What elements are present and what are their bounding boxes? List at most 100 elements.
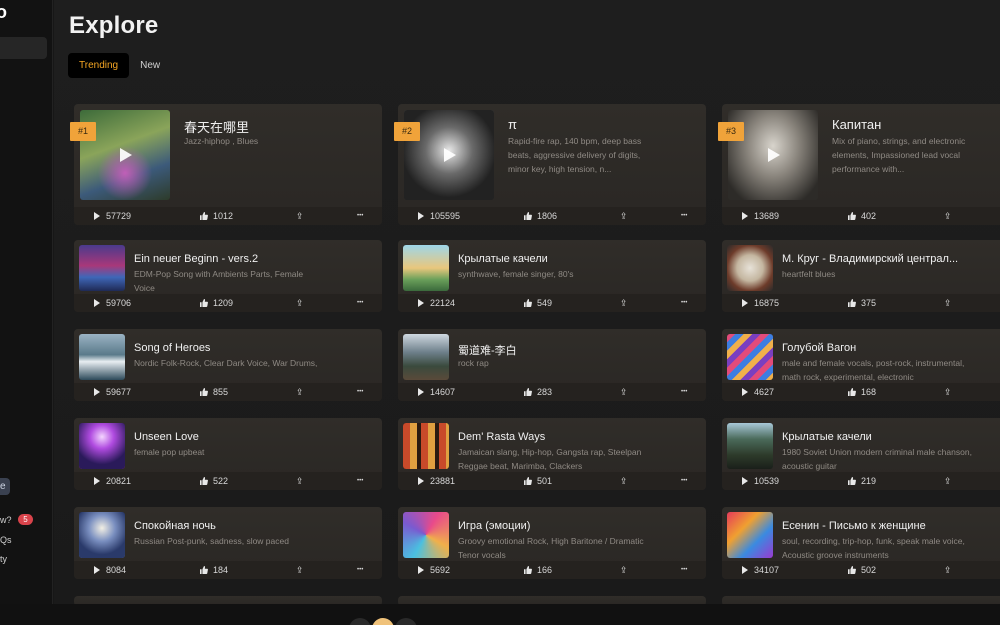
- play-count[interactable]: 59677: [94, 383, 131, 401]
- cover-art[interactable]: [403, 512, 449, 558]
- song-card[interactable]: 蜀道难-李白 rock rap 14607 283 ⇪ •••: [398, 329, 706, 401]
- song-card[interactable]: Крылатые качели 1980 Soviet Union modern …: [722, 418, 1000, 490]
- more-icon[interactable]: •••: [357, 561, 363, 579]
- song-title[interactable]: Unseen Love: [134, 431, 374, 443]
- play-count[interactable]: 34107: [742, 561, 779, 579]
- more-icon[interactable]: •••: [357, 294, 363, 312]
- play-icon[interactable]: [768, 148, 780, 162]
- song-card[interactable]: Unseen Love female pop upbeat 20821 522 ⇪ •••: [74, 418, 382, 490]
- play-count[interactable]: 10539: [742, 472, 779, 490]
- share-icon[interactable]: ⇪: [944, 207, 952, 225]
- song-card[interactable]: Спокойная ночь Russian Post-punk, sadness…: [74, 507, 382, 579]
- cover-art[interactable]: [403, 334, 449, 380]
- cover-art[interactable]: [403, 423, 449, 469]
- cover-art[interactable]: [727, 245, 773, 291]
- song-card[interactable]: Ein neuer Beginn - vers.2 EDM-Pop Song wi…: [74, 240, 382, 312]
- more-icon[interactable]: •••: [357, 207, 363, 225]
- song-title[interactable]: Капитан: [832, 117, 1000, 132]
- share-icon[interactable]: ⇪: [620, 207, 628, 225]
- sidebar-item-whats-new[interactable]: w?: [0, 515, 12, 525]
- play-icon[interactable]: [444, 148, 456, 162]
- play-count[interactable]: 16875: [742, 294, 779, 312]
- song-card[interactable]: Игра (эмоции) Groovy emotional Rock, High…: [398, 507, 706, 579]
- song-title[interactable]: Ein neuer Beginn - vers.2: [134, 253, 374, 265]
- share-icon[interactable]: ⇪: [296, 383, 304, 401]
- share-icon[interactable]: ⇪: [620, 294, 628, 312]
- like-count[interactable]: 1806: [524, 207, 557, 225]
- cover-art[interactable]: [79, 334, 125, 380]
- play-count[interactable]: 23881: [418, 472, 455, 490]
- top-song-card[interactable]: #3 Капитан Mix of piano, strings, and elec…: [718, 104, 1000, 225]
- tab-trending[interactable]: Trending: [68, 53, 130, 78]
- song-card[interactable]: Dem' Rasta Ways Jamaican slang, Hip-hop, …: [398, 418, 706, 490]
- song-card[interactable]: Крылатые качели synthwave, female singer,…: [398, 240, 706, 312]
- play-count[interactable]: 5692: [418, 561, 450, 579]
- like-count[interactable]: 375: [848, 294, 876, 312]
- song-title[interactable]: Крылатые качели: [458, 253, 698, 265]
- song-title[interactable]: Есенин - Письмо к женщине: [782, 520, 1000, 532]
- cover-art[interactable]: [79, 512, 125, 558]
- song-title[interactable]: Крылатые качели: [782, 431, 1000, 443]
- song-card[interactable]: Song of Heroes Nordic Folk-Rock, Clear Da…: [74, 329, 382, 401]
- play-count[interactable]: 105595: [418, 207, 460, 225]
- like-count[interactable]: 402: [848, 207, 876, 225]
- song-title[interactable]: Спокойная ночь: [134, 520, 374, 532]
- top-song-card[interactable]: #2 π Rapid-fire rap, 140 bpm, deep bass be…: [394, 104, 706, 225]
- tab-new[interactable]: New: [129, 53, 171, 78]
- play-count[interactable]: 13689: [742, 207, 779, 225]
- share-icon[interactable]: ⇪: [296, 207, 304, 225]
- more-icon[interactable]: •••: [681, 561, 687, 579]
- more-icon[interactable]: •••: [357, 383, 363, 401]
- play-count[interactable]: 8084: [94, 561, 126, 579]
- share-icon[interactable]: ⇪: [296, 561, 304, 579]
- cover-art[interactable]: [79, 245, 125, 291]
- like-count[interactable]: 1012: [200, 207, 233, 225]
- more-icon[interactable]: •••: [681, 294, 687, 312]
- more-icon[interactable]: •••: [357, 472, 363, 490]
- more-icon[interactable]: •••: [681, 207, 687, 225]
- song-card[interactable]: Голубой Вагон male and female vocals, pos…: [722, 329, 1000, 401]
- like-count[interactable]: 855: [200, 383, 228, 401]
- more-icon[interactable]: •••: [681, 472, 687, 490]
- more-icon[interactable]: •••: [681, 383, 687, 401]
- cover-art[interactable]: [79, 423, 125, 469]
- play-count[interactable]: 22124: [418, 294, 455, 312]
- play-count[interactable]: 4627: [742, 383, 774, 401]
- play-count[interactable]: 14607: [418, 383, 455, 401]
- song-title[interactable]: Dem' Rasta Ways: [458, 431, 698, 443]
- sidebar-search[interactable]: [0, 37, 47, 59]
- song-card[interactable]: М. Круг - Владимирский централ... heartfe…: [722, 240, 1000, 312]
- song-title[interactable]: π: [508, 117, 698, 132]
- play-icon[interactable]: [120, 148, 132, 162]
- share-icon[interactable]: ⇪: [620, 561, 628, 579]
- play-count[interactable]: 59706: [94, 294, 131, 312]
- cover-art[interactable]: [727, 334, 773, 380]
- like-count[interactable]: 1209: [200, 294, 233, 312]
- share-icon[interactable]: ⇪: [296, 472, 304, 490]
- song-title[interactable]: Голубой Вагон: [782, 342, 1000, 354]
- cover-art[interactable]: [727, 512, 773, 558]
- song-card[interactable]: Есенин - Письмо к женщине soul, recording…: [722, 507, 1000, 579]
- share-icon[interactable]: ⇪: [944, 294, 952, 312]
- share-icon[interactable]: ⇪: [944, 561, 952, 579]
- share-icon[interactable]: ⇪: [944, 472, 952, 490]
- sidebar-item-faqs[interactable]: Qs: [0, 535, 12, 545]
- song-title[interactable]: Song of Heroes: [134, 342, 374, 354]
- like-count[interactable]: 166: [524, 561, 552, 579]
- sidebar-item-community[interactable]: ty: [0, 554, 7, 564]
- share-icon[interactable]: ⇪: [620, 472, 628, 490]
- top-song-card[interactable]: #1 春天在哪里 Jazz-hiphop , Blues 57729 1012 ⇪ •••: [70, 104, 382, 225]
- song-title[interactable]: Игра (эмоции): [458, 520, 698, 532]
- like-count[interactable]: 283: [524, 383, 552, 401]
- like-count[interactable]: 184: [200, 561, 228, 579]
- song-title[interactable]: М. Круг - Владимирский централ...: [782, 253, 1000, 265]
- share-icon[interactable]: ⇪: [944, 383, 952, 401]
- share-icon[interactable]: ⇪: [620, 383, 628, 401]
- like-count[interactable]: 219: [848, 472, 876, 490]
- like-count[interactable]: 501: [524, 472, 552, 490]
- share-icon[interactable]: ⇪: [296, 294, 304, 312]
- like-count[interactable]: 168: [848, 383, 876, 401]
- cover-art[interactable]: [727, 423, 773, 469]
- like-count[interactable]: 502: [848, 561, 876, 579]
- like-count[interactable]: 522: [200, 472, 228, 490]
